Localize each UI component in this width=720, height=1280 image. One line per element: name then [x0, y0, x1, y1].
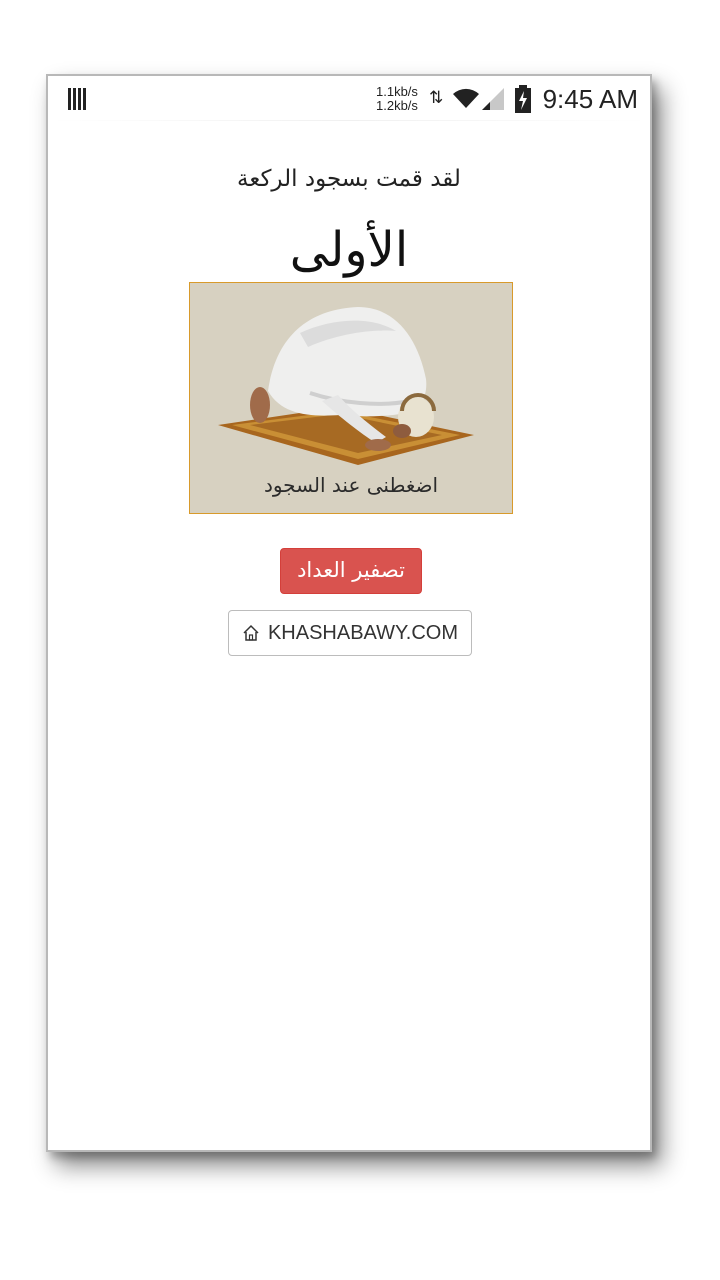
rakaa-number: الأولى [289, 222, 409, 278]
reset-counter-button[interactable]: تصفير العداد [280, 548, 422, 594]
website-button[interactable]: KHASHABAWY.COM [228, 610, 472, 656]
wifi-icon [453, 88, 479, 108]
network-speed: 1.1kb/s 1.2kb/s [376, 85, 418, 113]
sujood-message: لقد قمت بسجود الركعة [237, 166, 461, 192]
home-icon [243, 624, 259, 641]
notification-icon [68, 88, 88, 110]
main-content: لقد قمت بسجود الركعة الأولى [48, 122, 650, 278]
sujood-card-label: اضغطنى عند السجود [263, 473, 439, 497]
data-arrows-icon: ⇅ [429, 88, 444, 108]
status-bar: 1.1kb/s 1.2kb/s ⇅ 9:45 AM [48, 76, 650, 122]
download-speed: 1.2kb/s [376, 98, 418, 113]
phone-frame: 1.1kb/s 1.2kb/s ⇅ 9:45 AM لقد قمت بسجود … [46, 74, 652, 1152]
status-divider [48, 120, 650, 121]
signal-icon [482, 88, 504, 110]
website-label: KHASHABAWY.COM [267, 621, 459, 644]
upload-speed: 1.1kb/s [376, 84, 418, 99]
battery-charging-icon [515, 85, 531, 113]
sujood-press-button[interactable]: اضغطنى عند السجود [189, 282, 513, 514]
clock: 9:45 AM [542, 84, 638, 114]
